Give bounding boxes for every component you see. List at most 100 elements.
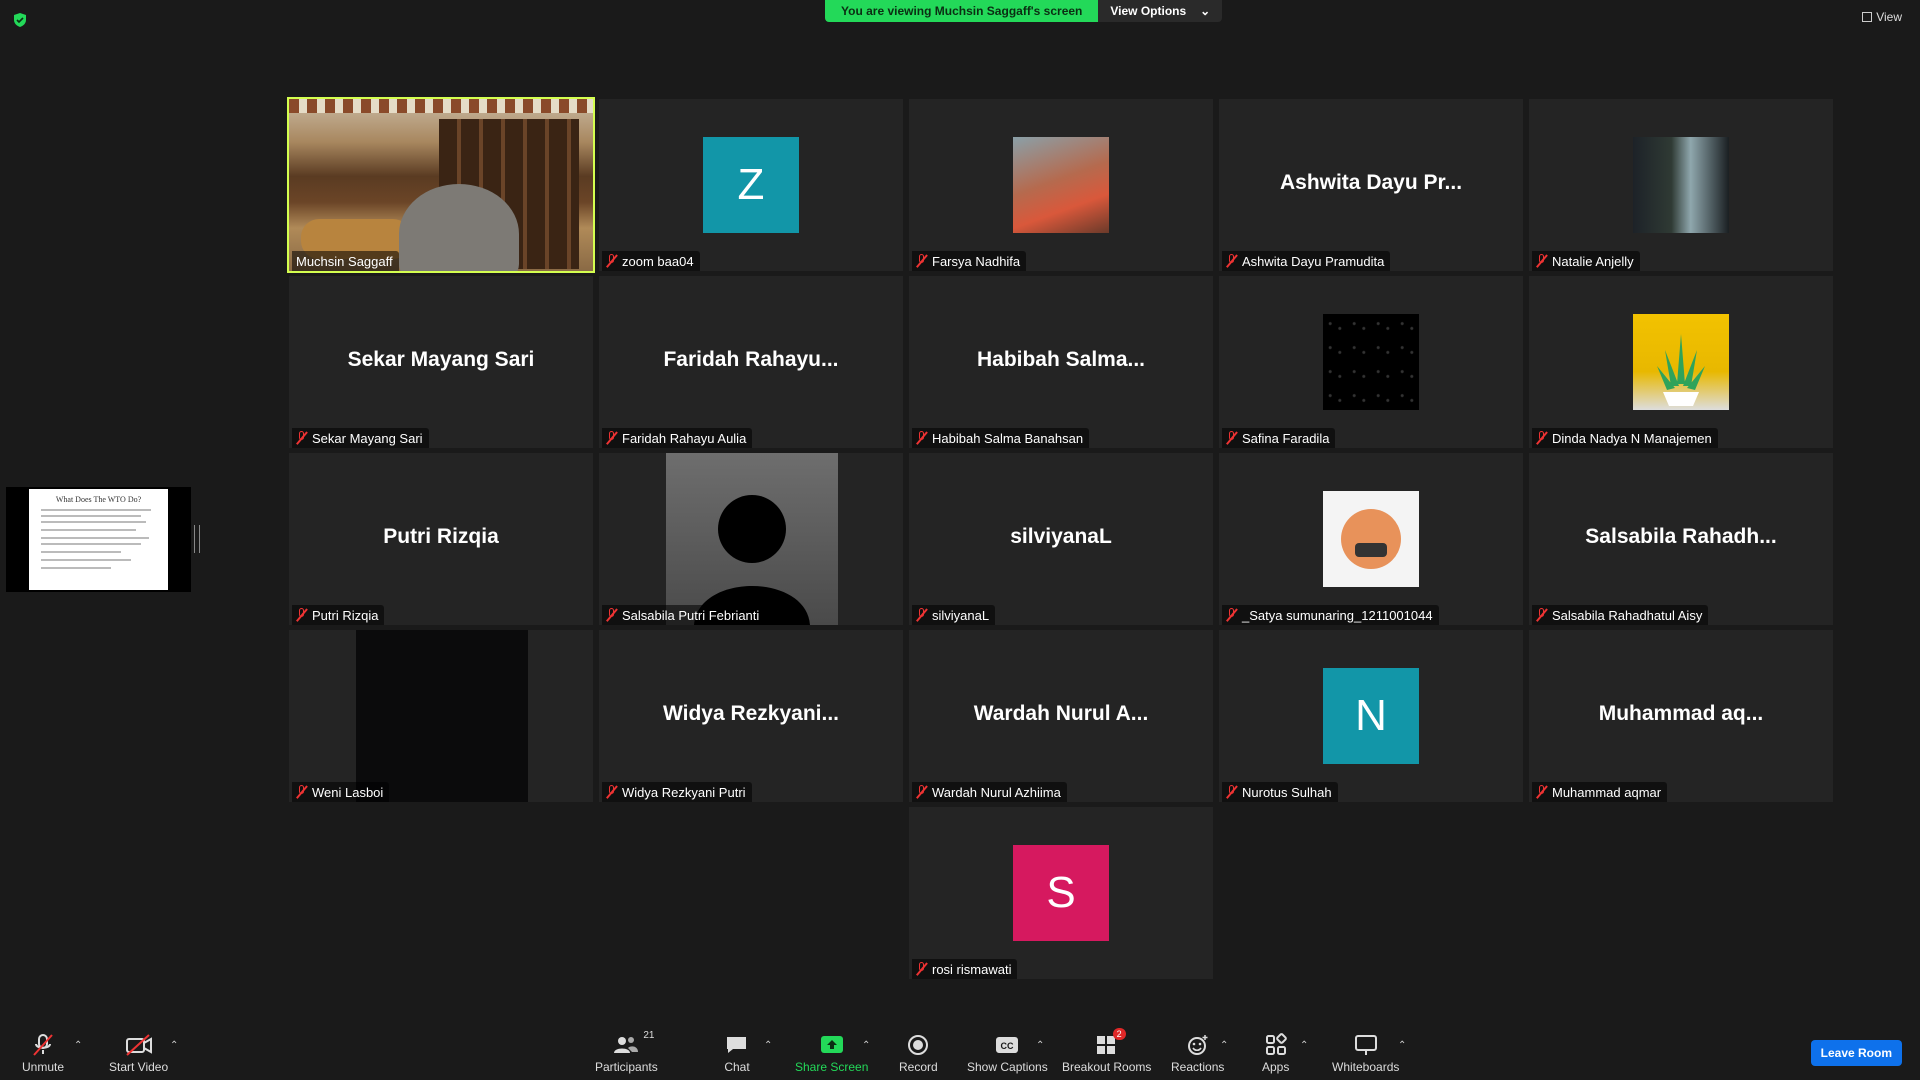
participant-name: Muchsin Saggaff xyxy=(296,253,393,269)
shared-screen-thumbnail[interactable]: What Does The WTO Do? xyxy=(6,487,191,592)
leave-room-button[interactable]: Leave Room xyxy=(1810,1040,1902,1066)
participant-name: Habibah Salma Banahsan xyxy=(932,430,1084,446)
participant-tile[interactable]: Putri Rizqia Putri Rizqia xyxy=(289,453,593,625)
slide-text-line xyxy=(41,509,151,511)
breakout-rooms-label: Breakout Rooms xyxy=(1062,1060,1152,1074)
participant-tile[interactable]: Salsabila Putri Febrianti xyxy=(599,453,903,625)
resize-handle[interactable] xyxy=(194,525,200,553)
share-options-chevron-icon[interactable]: ⌃ xyxy=(862,1040,870,1051)
participant-tile[interactable]: Sekar Mayang Sari Sekar Mayang Sari xyxy=(289,276,593,448)
whiteboard-icon xyxy=(1354,1035,1377,1055)
chat-button[interactable]: Chat xyxy=(724,1032,750,1074)
video-options-chevron-icon[interactable]: ⌃ xyxy=(170,1040,178,1051)
profile-photo xyxy=(1323,491,1419,587)
start-video-button[interactable]: Start Video xyxy=(109,1032,168,1074)
participant-name-label: Salsabila Rahadhatul Aisy xyxy=(1532,605,1709,625)
participant-tile[interactable]: Ashwita Dayu Pr... Ashwita Dayu Pramudita xyxy=(1219,99,1523,271)
view-options-button[interactable]: View Options ⌄ xyxy=(1098,0,1223,22)
participant-tile[interactable]: Safina Faradila xyxy=(1219,276,1523,448)
slide-text-line xyxy=(41,567,111,569)
participant-tile[interactable]: Faridah Rahayu... Faridah Rahayu Aulia xyxy=(599,276,903,448)
whiteboards-label: Whiteboards xyxy=(1332,1060,1400,1074)
audio-options-chevron-icon[interactable]: ⌃ xyxy=(74,1040,82,1051)
slide-text-line xyxy=(41,529,136,531)
view-button[interactable]: View xyxy=(1862,10,1902,24)
participant-name-label: Muchsin Saggaff xyxy=(292,251,399,271)
slide-text-line xyxy=(41,551,121,553)
slide-text-line xyxy=(41,515,141,517)
participant-tile[interactable]: Srosi rismawati xyxy=(909,807,1213,979)
apps-options-chevron-icon[interactable]: ⌃ xyxy=(1300,1040,1308,1051)
microphone-muted-icon xyxy=(606,608,618,622)
participant-name: Salsabila Putri Febrianti xyxy=(622,607,760,623)
participant-name: Wardah Nurul Azhiima xyxy=(932,784,1061,800)
video-feed xyxy=(356,630,528,802)
participant-name-label: Muhammad aqmar xyxy=(1532,782,1668,802)
participant-name: Weni Lasboi xyxy=(312,784,384,800)
shared-slide: What Does The WTO Do? xyxy=(29,489,168,590)
participants-count: 21 xyxy=(643,1030,655,1041)
chevron-down-icon: ⌄ xyxy=(1200,4,1211,18)
view-label: View xyxy=(1876,10,1902,24)
participant-name-label: Dinda Nadya N Manajemen xyxy=(1532,428,1718,448)
participant-tile[interactable]: Widya Rezkyani... Widya Rezkyani Putri xyxy=(599,630,903,802)
participants-label: Participants xyxy=(595,1060,658,1074)
share-screen-button[interactable]: Share Screen xyxy=(795,1032,868,1074)
participant-name: Widya Rezkyani Putri xyxy=(622,784,746,800)
participant-name-label: Safina Faradila xyxy=(1222,428,1336,448)
participant-tile[interactable]: Farsya Nadhifa xyxy=(909,99,1213,271)
participant-name: Salsabila Rahadhatul Aisy xyxy=(1552,607,1703,623)
participant-tile[interactable]: Dinda Nadya N Manajemen xyxy=(1529,276,1833,448)
participant-name: Putri Rizqia xyxy=(312,607,379,623)
microphone-muted-icon xyxy=(1536,608,1548,622)
participant-tile[interactable]: _Satya sumunaring_1211001044 xyxy=(1219,453,1523,625)
participant-tile[interactable]: Muchsin Saggaff xyxy=(287,97,595,273)
participant-tile[interactable]: Wardah Nurul A... Wardah Nurul Azhiima xyxy=(909,630,1213,802)
chat-label: Chat xyxy=(724,1060,750,1074)
show-captions-button[interactable]: CC Show Captions xyxy=(967,1032,1048,1074)
participant-tile[interactable]: Weni Lasboi xyxy=(289,630,593,802)
microphone-muted-icon xyxy=(1536,431,1548,445)
chat-icon xyxy=(727,1037,746,1053)
reactions-icon xyxy=(1187,1035,1208,1055)
participant-display-name: Wardah Nurul A... xyxy=(973,702,1149,725)
participant-tile[interactable]: Habibah Salma... Habibah Salma Banahsan xyxy=(909,276,1213,448)
participant-tile[interactable]: silviyanaL silviyanaL xyxy=(909,453,1213,625)
participant-tile[interactable]: Zzoom baa04 xyxy=(599,99,903,271)
participant-tile[interactable]: N Nurotus Sulhah xyxy=(1219,630,1523,802)
record-button[interactable]: Record xyxy=(899,1032,938,1074)
captions-options-chevron-icon[interactable]: ⌃ xyxy=(1036,1040,1044,1051)
participants-button[interactable]: 21 Participants xyxy=(595,1030,658,1074)
meeting-toolbar: Unmute ⌃ Start Video ⌃ 21 Participants C… xyxy=(0,1024,1920,1080)
video-feed xyxy=(289,99,593,271)
participant-display-name: Putri Rizqia xyxy=(383,525,499,548)
whiteboards-button[interactable]: Whiteboards xyxy=(1332,1032,1399,1074)
participant-tile[interactable]: Natalie Anjelly xyxy=(1529,99,1833,271)
microphone-muted-icon xyxy=(1226,431,1238,445)
chat-options-chevron-icon[interactable]: ⌃ xyxy=(764,1040,772,1051)
screen-share-banner: You are viewing Muchsin Saggaff's screen… xyxy=(825,0,1223,22)
viewing-message: You are viewing Muchsin Saggaff's screen xyxy=(825,0,1099,22)
participant-display-name: Muhammad aq... xyxy=(1598,702,1764,725)
participant-name: rosi rismawati xyxy=(932,961,1012,977)
captions-icon: CC xyxy=(996,1037,1019,1053)
security-shield-icon[interactable] xyxy=(12,12,28,28)
participants-icon xyxy=(614,1037,639,1053)
participant-name: Muhammad aqmar xyxy=(1552,784,1662,800)
reactions-options-chevron-icon[interactable]: ⌃ xyxy=(1220,1040,1228,1051)
reactions-button[interactable]: Reactions xyxy=(1171,1032,1224,1074)
participant-tile[interactable]: Muhammad aq... Muhammad aqmar xyxy=(1529,630,1833,802)
show-captions-label: Show Captions xyxy=(967,1060,1048,1074)
breakout-rooms-button[interactable]: 2 Breakout Rooms xyxy=(1062,1028,1152,1074)
participant-tile[interactable]: Salsabila Rahadh... Salsabila Rahadhatul … xyxy=(1529,453,1833,625)
participant-name-label: Putri Rizqia xyxy=(292,605,385,625)
video-off-icon xyxy=(125,1034,152,1056)
apps-button[interactable]: Apps xyxy=(1262,1032,1289,1074)
record-icon xyxy=(908,1035,929,1055)
participant-name: Farsya Nadhifa xyxy=(932,253,1021,269)
participant-name: Natalie Anjelly xyxy=(1552,253,1634,269)
participant-name-label: rosi rismawati xyxy=(912,959,1018,979)
whiteboards-options-chevron-icon[interactable]: ⌃ xyxy=(1398,1040,1406,1051)
view-options-label: View Options xyxy=(1110,4,1187,18)
unmute-button[interactable]: Unmute xyxy=(22,1032,64,1074)
